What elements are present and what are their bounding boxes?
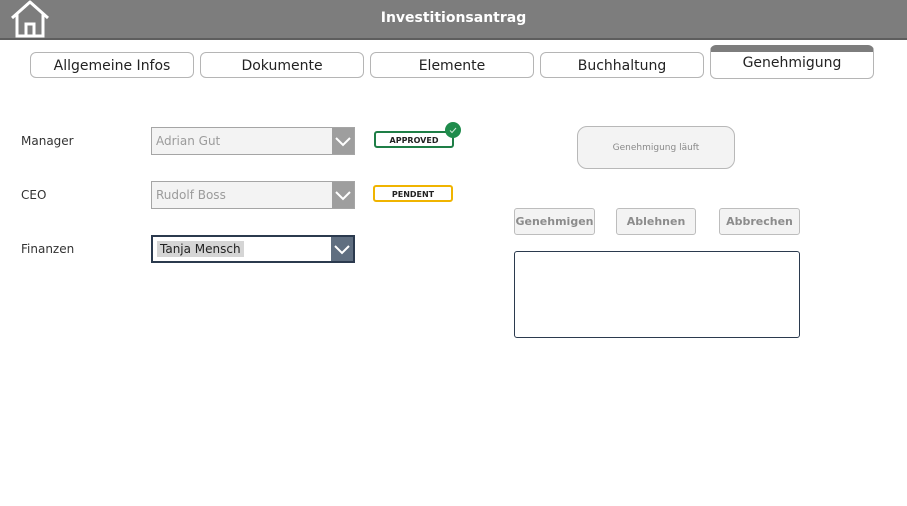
finanzen-dropdown[interactable]: Tanja Mensch xyxy=(151,235,355,263)
ceo-value: Rudolf Boss xyxy=(156,188,226,202)
approval-status-button[interactable]: Genehmigung läuft xyxy=(577,126,735,169)
cancel-button[interactable]: Abbrechen xyxy=(719,208,800,235)
finanzen-value: Tanja Mensch xyxy=(157,241,244,257)
home-icon[interactable] xyxy=(8,0,52,38)
ceo-label: CEO xyxy=(21,188,47,202)
manager-status-badge: APPROVED xyxy=(374,131,454,148)
finanzen-label: Finanzen xyxy=(21,242,75,256)
manager-value: Adrian Gut xyxy=(156,134,221,148)
chevron-down-icon[interactable] xyxy=(331,237,353,261)
ceo-status-badge: PENDENT xyxy=(373,185,453,202)
tab-allgemeine-infos[interactable]: Allgemeine Infos xyxy=(30,52,194,78)
approve-button[interactable]: Genehmigen xyxy=(514,208,595,235)
chevron-down-icon[interactable] xyxy=(332,128,354,154)
tab-dokumente[interactable]: Dokumente xyxy=(200,52,364,78)
page-title: Investitionsantrag xyxy=(380,10,527,26)
tab-genehmigung[interactable]: Genehmigung xyxy=(710,45,874,79)
chevron-down-icon[interactable] xyxy=(332,182,354,208)
tab-buchhaltung[interactable]: Buchhaltung xyxy=(540,52,704,78)
manager-dropdown[interactable]: Adrian Gut xyxy=(151,127,355,155)
check-icon xyxy=(445,122,461,138)
manager-label: Manager xyxy=(21,134,74,148)
ceo-dropdown[interactable]: Rudolf Boss xyxy=(151,181,355,209)
comment-field[interactable] xyxy=(514,251,800,338)
reject-button[interactable]: Ablehnen xyxy=(616,208,696,235)
tab-elemente[interactable]: Elemente xyxy=(370,52,534,78)
header-divider xyxy=(0,38,907,40)
